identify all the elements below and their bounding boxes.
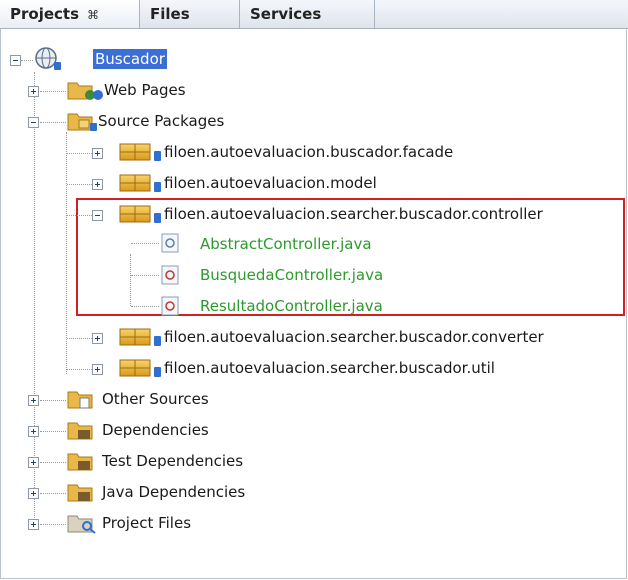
package-icon: [119, 205, 161, 223]
expand-icon[interactable]: [92, 364, 103, 375]
tab-services-label: Services: [250, 5, 322, 23]
tree-guide: [131, 243, 159, 244]
expand-icon[interactable]: [92, 333, 103, 344]
package-label[interactable]: filoen.autoevaluacion.searcher.buscador.…: [164, 204, 543, 224]
web-project-icon: [35, 47, 61, 70]
package-icon: [119, 143, 161, 161]
tree-guide: [40, 493, 66, 494]
tree-guide: [40, 122, 66, 123]
tree-guide: [40, 431, 66, 432]
package-label[interactable]: filoen.autoevaluacion.model: [164, 173, 377, 193]
expand-icon[interactable]: [28, 395, 39, 406]
tree-guide: [67, 338, 92, 339]
expand-icon[interactable]: [28, 426, 39, 437]
expand-icon[interactable]: [28, 457, 39, 468]
tree-guide: [40, 524, 66, 525]
project-files-label[interactable]: Project Files: [102, 513, 191, 533]
file-label[interactable]: ResultadoController.java: [200, 296, 383, 316]
file-label[interactable]: AbstractController.java: [200, 234, 372, 254]
web-pages-label[interactable]: Web Pages: [104, 80, 186, 100]
close-icon[interactable]: ⌘: [87, 8, 99, 22]
java-file-icon: [161, 296, 179, 316]
expand-icon[interactable]: [28, 519, 39, 530]
dependencies-label[interactable]: Dependencies: [102, 420, 209, 440]
collapse-icon[interactable]: [10, 55, 21, 66]
tab-files-label: Files: [150, 5, 190, 23]
tree-guide: [40, 400, 66, 401]
tree-guide: [131, 306, 159, 307]
dependencies-folder-icon: [67, 422, 93, 440]
source-packages-label[interactable]: Source Packages: [98, 111, 224, 131]
web-pages-folder-icon: [67, 82, 103, 100]
expand-icon[interactable]: [28, 86, 39, 97]
package-icon: [119, 174, 161, 192]
tree-guide: [67, 215, 92, 216]
package-label[interactable]: filoen.autoevaluacion.searcher.buscador.…: [164, 327, 544, 347]
other-sources-folder-icon: [67, 391, 93, 409]
expand-icon[interactable]: [28, 488, 39, 499]
tree-guide: [40, 91, 66, 92]
source-packages-folder-icon: [67, 113, 97, 131]
tab-bar: Projects ⌘ Files Services: [0, 0, 628, 29]
package-label[interactable]: filoen.autoevaluacion.buscador.facade: [164, 142, 453, 162]
expand-icon[interactable]: [92, 179, 103, 190]
package-icon: [119, 328, 161, 346]
tree-guide: [67, 369, 92, 370]
test-dependencies-folder-icon: [67, 453, 93, 471]
tree-guide: [34, 72, 35, 522]
package-icon: [119, 359, 161, 377]
tab-files[interactable]: Files: [140, 0, 240, 28]
java-file-icon: [161, 233, 179, 253]
java-dependencies-folder-icon: [67, 484, 93, 502]
collapse-icon[interactable]: [92, 210, 103, 221]
file-label[interactable]: BusquedaController.java: [200, 265, 383, 285]
expand-icon[interactable]: [92, 148, 103, 159]
tree-guide: [21, 60, 33, 61]
tab-projects[interactable]: Projects ⌘: [0, 0, 140, 28]
project-root-label[interactable]: Buscador: [93, 49, 167, 69]
collapse-icon[interactable]: [28, 117, 39, 128]
other-sources-label[interactable]: Other Sources: [102, 389, 209, 409]
project-files-folder-icon: [67, 515, 96, 534]
tab-services[interactable]: Services: [240, 0, 375, 28]
tree-guide: [67, 153, 92, 154]
tree-guide: [40, 462, 66, 463]
java-file-icon: [161, 265, 179, 285]
tab-projects-label: Projects: [10, 5, 80, 23]
tree-guide: [131, 275, 159, 276]
package-label[interactable]: filoen.autoevaluacion.searcher.buscador.…: [164, 358, 495, 378]
test-dependencies-label[interactable]: Test Dependencies: [102, 451, 243, 471]
tree-guide: [67, 184, 92, 185]
java-dependencies-label[interactable]: Java Dependencies: [102, 482, 245, 502]
